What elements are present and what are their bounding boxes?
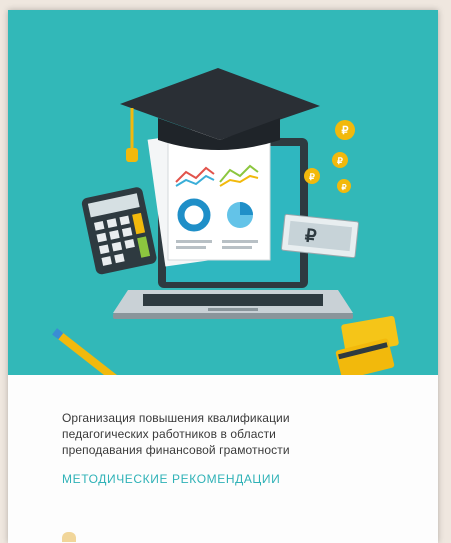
svg-text:₽: ₽: [341, 183, 346, 192]
document-cover: ₽ ₽ ₽ ₽ ₽ Организация повышения квалифик…: [8, 10, 438, 543]
document-title: Организация повышения квалификации педаг…: [62, 411, 290, 457]
banknote-icon: ₽: [281, 213, 359, 259]
document-subtitle: МЕТОДИЧЕСКИЕ РЕКОМЕНДАЦИИ: [62, 472, 281, 486]
svg-text:₽: ₽: [342, 125, 349, 137]
bank-card-icon: [335, 316, 399, 375]
publisher-mark: [62, 532, 76, 542]
cover-illustration: ₽ ₽ ₽ ₽ ₽: [8, 10, 438, 375]
coin-icon: ₽ ₽ ₽ ₽: [304, 120, 355, 193]
cover-text: Организация повышения квалификации педаг…: [62, 410, 422, 486]
calculator-icon: [81, 187, 157, 275]
svg-text:₽: ₽: [337, 156, 343, 166]
svg-text:₽: ₽: [309, 172, 315, 182]
pencil-icon: [52, 328, 119, 375]
